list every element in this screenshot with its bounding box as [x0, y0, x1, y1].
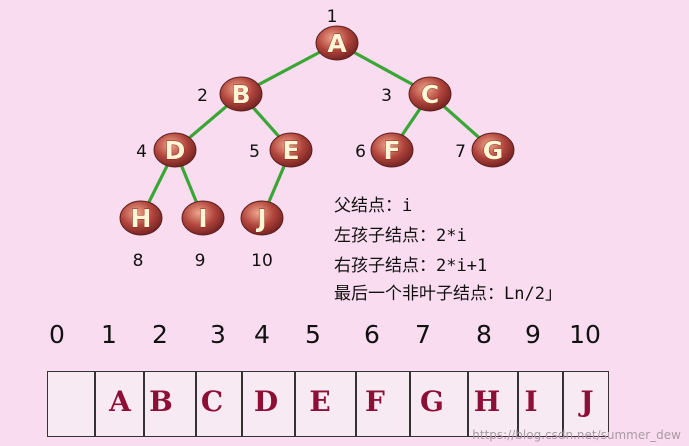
node-index-label: 9 — [195, 251, 206, 271]
array-index-5: 5 — [305, 320, 321, 349]
node-index-label: 1 — [327, 7, 338, 27]
node-letter: C — [421, 80, 439, 109]
array-index-8: 8 — [476, 320, 492, 349]
parent-formula: 父结点：i — [334, 196, 413, 216]
tree-edges — [139, 41, 495, 220]
node-letter: H — [131, 204, 152, 233]
node-index-label: 7 — [455, 142, 466, 162]
node-index-label: 2 — [197, 86, 208, 106]
array-cell-h: H — [473, 385, 501, 418]
array-index-4: 4 — [254, 320, 270, 349]
array-cell-g: G — [420, 385, 444, 418]
node-letter: F — [383, 136, 400, 165]
tree-node-f: F6 — [355, 132, 414, 168]
left-child-formula: 左孩子结点：2*i — [334, 226, 467, 246]
array-index-9: 9 — [525, 320, 541, 349]
node-letter: B — [231, 80, 250, 109]
array-cell-b: B — [149, 385, 173, 418]
array-cell-f: F — [365, 385, 385, 418]
watermark: https://blog.csdn.net/summer_dew — [472, 428, 681, 442]
tree-node-c: C3 — [381, 76, 452, 112]
array-index-0: 0 — [49, 320, 65, 349]
node-letter: D — [165, 136, 186, 165]
array-index-6: 6 — [364, 320, 380, 349]
array-cell-j: J — [580, 385, 594, 418]
array-index-1: 1 — [101, 320, 117, 349]
tree-node-a: A1 — [315, 7, 359, 61]
node-index-label: 10 — [251, 251, 273, 271]
last-nonleaf-formula: 最后一个非叶子结点：Ln/2」 — [334, 284, 562, 304]
array-index-2: 2 — [152, 320, 168, 349]
array-cell-d: D — [253, 385, 279, 418]
tree-node-g: G7 — [455, 132, 515, 168]
node-index-label: 6 — [355, 142, 366, 162]
array-cell-c: C — [200, 385, 224, 418]
tree-node-e: E5 — [249, 132, 313, 168]
node-index-label: 4 — [136, 142, 147, 162]
node-index-label: 8 — [133, 251, 144, 271]
tree-node-b: B2 — [197, 76, 263, 112]
array-index-10: 10 — [569, 320, 601, 349]
node-index-label: 3 — [381, 86, 392, 106]
right-child-formula: 右孩子结点：2*i+1 — [334, 256, 488, 276]
node-letter: J — [255, 204, 266, 233]
node-letter: E — [282, 136, 299, 165]
array-cell-e: E — [309, 385, 331, 418]
tree-node-i: I9 — [181, 200, 225, 271]
array-index-7: 7 — [415, 320, 431, 349]
node-letter: I — [198, 204, 207, 233]
tree-node-j: J 10 — [240, 200, 284, 271]
array-index-3: 3 — [210, 320, 226, 349]
node-letter: G — [483, 136, 504, 165]
tree-node-d: D4 — [136, 132, 197, 168]
tree-node-h: H8 — [119, 200, 163, 271]
node-index-label: 5 — [249, 142, 260, 162]
node-letter: A — [327, 29, 347, 58]
array-cell-i: I — [524, 385, 538, 418]
